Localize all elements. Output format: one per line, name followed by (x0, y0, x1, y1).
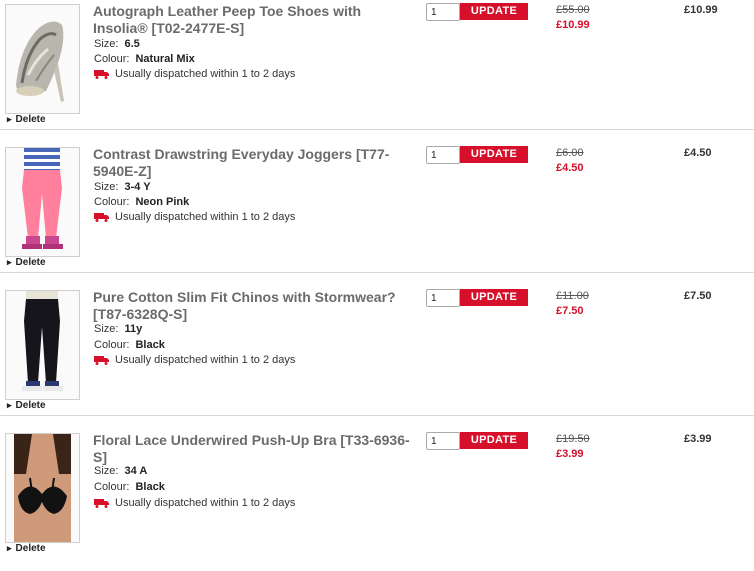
was-price: £6.00 (556, 147, 584, 159)
colour-value: Black (135, 339, 165, 351)
colour-attribute: Colour: Black (94, 481, 165, 493)
colour-value: Neon Pink (135, 196, 190, 208)
chinos-image (6, 291, 79, 399)
chevron-right-icon: ▸ (7, 543, 12, 553)
colour-value: Natural Mix (135, 53, 195, 65)
delete-link[interactable]: ▸ Delete (7, 400, 46, 411)
chevron-right-icon: ▸ (7, 257, 12, 267)
size-attribute: Size: 3-4 Y (94, 181, 151, 193)
product-title[interactable]: Floral Lace Underwired Push-Up Bra [T33-… (93, 432, 418, 466)
dispatch-text: Usually dispatched within 1 to 2 days (115, 497, 296, 509)
product-image-joggers[interactable] (5, 147, 80, 257)
dispatch-info: Usually dispatched within 1 to 2 days (94, 211, 295, 223)
quantity-input[interactable] (426, 289, 460, 307)
size-label: Size: (94, 465, 119, 477)
delete-label: Delete (15, 114, 46, 125)
delete-label: Delete (15, 400, 46, 411)
row-divider (0, 415, 754, 416)
product-image-chinos[interactable] (5, 290, 80, 400)
basket-item: ▸ Delete Floral Lace Underwired Push-Up B… (0, 429, 754, 571)
basket-item: ▸ Delete Contrast Drawstring Everyday Jog… (0, 143, 754, 285)
delivery-truck-icon (94, 499, 109, 508)
dispatch-info: Usually dispatched within 1 to 2 days (94, 68, 295, 80)
colour-label: Colour: (94, 481, 130, 493)
size-value: 3-4 Y (124, 181, 151, 193)
size-value: 34 A (124, 465, 148, 477)
line-total: £4.50 (684, 147, 712, 159)
bra-image (6, 434, 79, 542)
colour-attribute: Colour: Neon Pink (94, 196, 189, 208)
colour-label: Colour: (94, 53, 130, 65)
colour-label: Colour: (94, 339, 130, 351)
update-button[interactable]: UPDATE (460, 146, 528, 163)
colour-attribute: Colour: Black (94, 339, 165, 351)
size-attribute: Size: 34 A (94, 465, 147, 477)
size-value: 6.5 (124, 38, 140, 50)
now-price: £4.50 (556, 162, 584, 174)
update-button[interactable]: UPDATE (460, 289, 528, 306)
delete-label: Delete (15, 543, 46, 554)
colour-value: Black (135, 481, 165, 493)
product-title[interactable]: Autograph Leather Peep Toe Shoes with In… (93, 3, 418, 37)
product-image-shoe[interactable] (5, 4, 80, 114)
line-total: £3.99 (684, 433, 712, 445)
chevron-right-icon: ▸ (7, 114, 12, 124)
was-price: £11.00 (556, 290, 589, 302)
quantity-input[interactable] (426, 432, 460, 450)
now-price: £10.99 (556, 19, 590, 31)
quantity-input[interactable] (426, 3, 460, 21)
basket-item: ▸ Delete Autograph Leather Peep Toe Shoes… (0, 0, 754, 142)
size-attribute: Size: 11y (94, 323, 142, 335)
colour-attribute: Colour: Natural Mix (94, 53, 195, 65)
update-button[interactable]: UPDATE (460, 432, 528, 449)
delete-label: Delete (15, 257, 46, 268)
delete-link[interactable]: ▸ Delete (7, 257, 46, 268)
now-price: £7.50 (556, 305, 584, 317)
basket-item: ▸ Delete Pure Cotton Slim Fit Chinos with… (0, 286, 754, 428)
dispatch-text: Usually dispatched within 1 to 2 days (115, 68, 296, 80)
dispatch-info: Usually dispatched within 1 to 2 days (94, 497, 295, 509)
dispatch-text: Usually dispatched within 1 to 2 days (115, 211, 296, 223)
size-value: 11y (124, 323, 143, 335)
dispatch-info: Usually dispatched within 1 to 2 days (94, 354, 295, 366)
update-button[interactable]: UPDATE (460, 3, 528, 20)
delivery-truck-icon (94, 356, 109, 365)
dispatch-text: Usually dispatched within 1 to 2 days (115, 354, 296, 366)
line-total: £7.50 (684, 290, 712, 302)
joggers-image (6, 148, 79, 256)
row-divider (0, 272, 754, 273)
delete-link[interactable]: ▸ Delete (7, 114, 46, 125)
was-price: £19.50 (556, 433, 590, 445)
row-divider (0, 129, 754, 130)
delivery-truck-icon (94, 213, 109, 222)
was-price: £55.00 (556, 4, 590, 16)
size-label: Size: (94, 181, 119, 193)
delete-link[interactable]: ▸ Delete (7, 543, 46, 554)
product-image-bra[interactable] (5, 433, 80, 543)
product-title[interactable]: Contrast Drawstring Everyday Joggers [T7… (93, 146, 418, 180)
product-title[interactable]: Pure Cotton Slim Fit Chinos with Stormwe… (93, 289, 418, 323)
size-attribute: Size: 6.5 (94, 38, 140, 50)
chevron-right-icon: ▸ (7, 400, 12, 410)
size-label: Size: (94, 323, 119, 335)
delivery-truck-icon (94, 70, 109, 79)
colour-label: Colour: (94, 196, 130, 208)
now-price: £3.99 (556, 448, 584, 460)
quantity-input[interactable] (426, 146, 460, 164)
line-total: £10.99 (684, 4, 718, 16)
shoe-image (6, 5, 79, 113)
size-label: Size: (94, 38, 119, 50)
